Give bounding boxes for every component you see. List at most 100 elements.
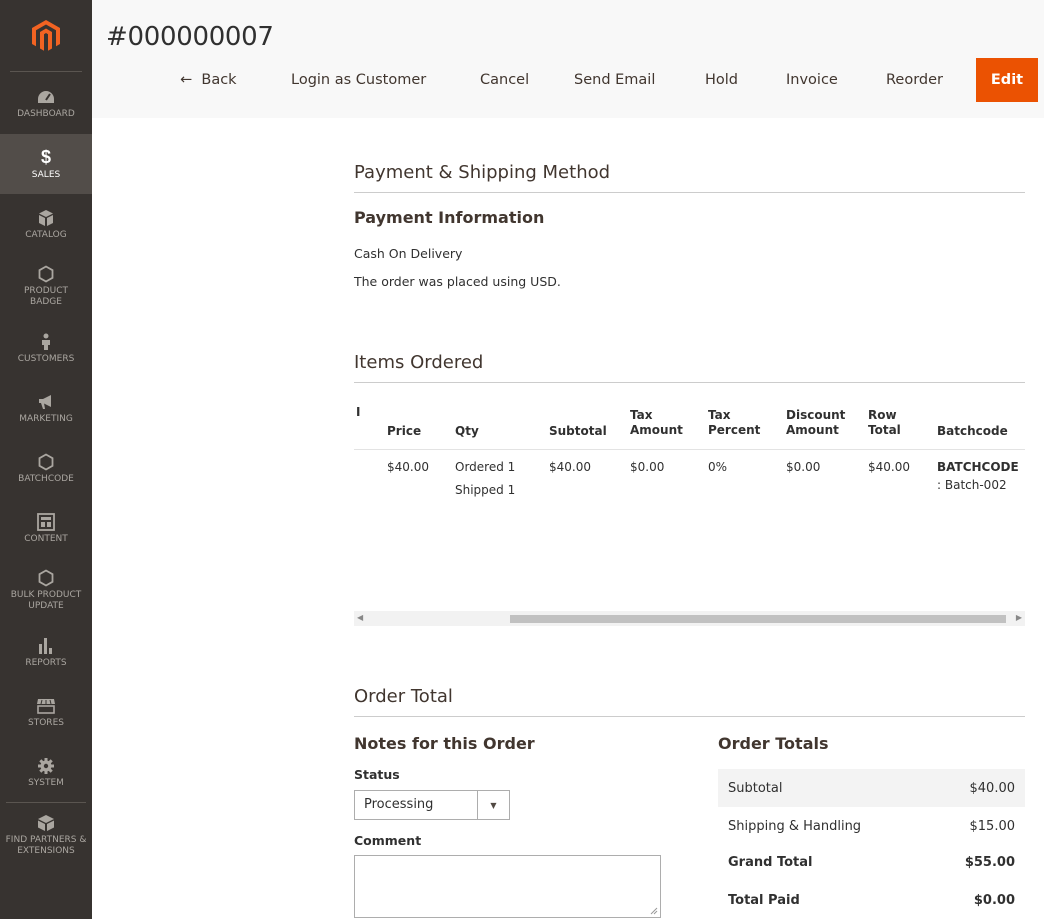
totals-value: $55.00 — [964, 854, 1015, 870]
sidebar-item-label: REPORTS — [25, 657, 67, 668]
cancel-button[interactable]: Cancel — [480, 72, 529, 88]
login-as-customer-button[interactable]: Login as Customer — [291, 72, 426, 88]
person-icon — [40, 332, 52, 352]
column-header-subtotal: Subtotal — [549, 424, 607, 438]
payment-information-title: Payment Information — [354, 208, 545, 227]
sidebar-item-system[interactable]: SYSTEM — [0, 742, 92, 802]
column-header-tax-amount: Tax Amount — [630, 408, 683, 437]
sidebar-item-label: STORES — [28, 717, 64, 728]
sidebar-item-reports[interactable]: REPORTS — [0, 622, 92, 682]
megaphone-icon — [37, 392, 55, 412]
reorder-button[interactable]: Reorder — [886, 72, 943, 88]
column-header-price: Price — [387, 424, 422, 438]
sidebar-item-catalog[interactable]: CATALOG — [0, 194, 92, 254]
totals-label: Grand Total — [728, 854, 813, 870]
scroll-left-icon[interactable]: ◀ — [357, 613, 363, 622]
page-title: #000000007 — [106, 22, 274, 52]
gear-icon — [37, 756, 55, 776]
sidebar-item-label: CUSTOMERS — [17, 353, 75, 364]
item-subtotal: $40.00 — [549, 460, 591, 474]
item-tax-amount: $0.00 — [630, 460, 665, 474]
back-button[interactable]: ← Back — [180, 72, 237, 88]
sidebar-item-marketing[interactable]: MARKETING — [0, 378, 92, 438]
sidebar-item-label: BULK PRODUCT UPDATE — [10, 590, 82, 611]
page-header: #000000007 ← Back Login as Customer Canc… — [92, 0, 1044, 118]
hexagon-icon — [38, 264, 54, 284]
order-total-section-title: Order Total — [354, 686, 1025, 717]
totals-row-shipping: Shipping & Handling $15.00 — [718, 807, 1025, 845]
box-icon — [38, 208, 54, 228]
item-price: $40.00 — [387, 460, 429, 474]
item-batchcode-value: : Batch-002 — [937, 478, 1007, 492]
resize-handle-icon — [650, 907, 658, 915]
column-header-discount-amount: Discount Amount — [786, 408, 846, 437]
status-label: Status — [354, 767, 400, 782]
sidebar-item-bulk-product-update[interactable]: BULK PRODUCT UPDATE — [0, 558, 92, 622]
status-select-value: Processing — [364, 797, 434, 812]
totals-value: $40.00 — [969, 780, 1016, 796]
totals-label: Shipping & Handling — [728, 818, 862, 834]
hexagon-icon — [38, 568, 54, 588]
sidebar-item-content[interactable]: CONTENT — [0, 498, 92, 558]
sidebar-item-dashboard[interactable]: DASHBOARD — [0, 72, 92, 134]
send-email-button[interactable]: Send Email — [574, 72, 655, 88]
edit-button[interactable]: Edit — [976, 58, 1038, 102]
bar-chart-icon — [38, 636, 54, 656]
item-row-total: $40.00 — [868, 460, 910, 474]
payment-method: Cash On Delivery — [354, 246, 463, 261]
item-batchcode-label: BATCHCODE — [937, 460, 1019, 474]
back-label: Back — [201, 72, 237, 88]
totals-row-subtotal: Subtotal $40.00 — [718, 769, 1025, 807]
sidebar-item-stores[interactable]: STORES — [0, 682, 92, 742]
totals-value: $0.00 — [973, 892, 1015, 908]
order-totals-title: Order Totals — [718, 734, 829, 753]
hold-button[interactable]: Hold — [705, 72, 738, 88]
column-header-qty: Qty — [455, 424, 479, 438]
horizontal-scrollbar[interactable]: ◀ ▶ — [354, 611, 1025, 626]
column-header-batchcode: Batchcode — [937, 424, 1008, 438]
table-header-divider — [354, 449, 1025, 450]
dashboard-icon — [37, 87, 55, 107]
item-tax-percent: 0% — [708, 460, 728, 474]
sidebar-item-find-partners[interactable]: FIND PARTNERS & EXTENSIONS — [6, 802, 86, 866]
sidebar-item-label: CONTENT — [24, 533, 68, 544]
invoice-button[interactable]: Invoice — [786, 72, 838, 88]
hexagon-icon — [38, 452, 54, 472]
magento-logo[interactable] — [10, 0, 82, 72]
column-header-row-total: Row Total — [868, 408, 901, 437]
sidebar-item-customers[interactable]: CUSTOMERS — [0, 318, 92, 378]
comment-label: Comment — [354, 833, 422, 848]
scrollbar-thumb[interactable] — [510, 615, 1006, 623]
items-section-title: Items Ordered — [354, 352, 1025, 383]
sidebar-item-label: PRODUCT BADGE — [23, 286, 69, 307]
comment-textarea[interactable] — [354, 855, 661, 918]
totals-row-grand-total: Grand Total $55.00 — [718, 843, 1025, 881]
sidebar-item-label: DASHBOARD — [17, 108, 75, 119]
sidebar-item-batchcode[interactable]: BATCHCODE — [0, 438, 92, 498]
scroll-right-icon[interactable]: ▶ — [1016, 613, 1022, 622]
totals-row-total-paid: Total Paid $0.00 — [718, 881, 1025, 919]
arrow-left-icon: ← — [180, 72, 193, 88]
sidebar-item-sales[interactable]: $ SALES — [0, 134, 92, 194]
notes-title: Notes for this Order — [354, 734, 535, 753]
admin-sidebar: DASHBOARD $ SALES CATALOG PRODUCT BADGE … — [0, 0, 92, 919]
sidebar-item-label: MARKETING — [19, 413, 73, 424]
sidebar-item-label: SYSTEM — [28, 777, 64, 788]
totals-label: Subtotal — [728, 780, 783, 796]
sidebar-item-label: CATALOG — [25, 229, 67, 240]
currency-note: The order was placed using USD. — [354, 274, 561, 289]
sidebar-item-product-badge[interactable]: PRODUCT BADGE — [0, 254, 92, 318]
dollar-icon: $ — [40, 147, 51, 167]
sidebar-item-label: FIND PARTNERS & EXTENSIONS — [5, 834, 87, 856]
column-header-product: I — [356, 405, 361, 419]
column-header-tax-percent: Tax Percent — [708, 408, 761, 437]
order-view-page: DASHBOARD $ SALES CATALOG PRODUCT BADGE … — [0, 0, 1044, 919]
sidebar-item-label: BATCHCODE — [18, 473, 74, 484]
magento-logo-icon — [32, 19, 60, 51]
layout-icon — [37, 512, 55, 532]
item-qty-ordered: Ordered 1 — [455, 460, 516, 474]
item-qty-shipped: Shipped 1 — [455, 483, 516, 497]
payment-section-title: Payment & Shipping Method — [354, 162, 1025, 193]
totals-label: Total Paid — [728, 892, 800, 908]
status-select[interactable]: Processing ▼ — [354, 790, 510, 820]
